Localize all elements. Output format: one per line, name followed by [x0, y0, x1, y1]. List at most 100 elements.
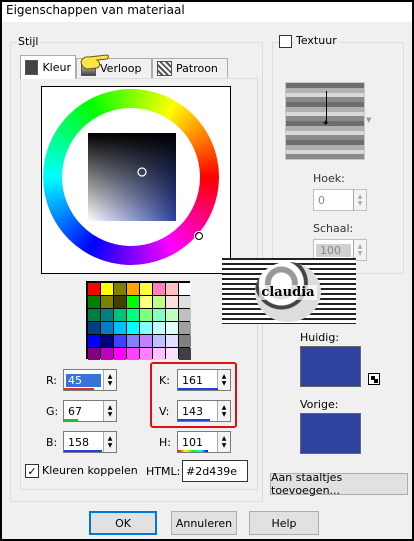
ok-button[interactable]: OK [89, 511, 157, 535]
h-value[interactable]: 101 [178, 436, 217, 449]
color-swatch[interactable] [166, 283, 178, 295]
html-value[interactable]: #2d439e [183, 465, 237, 478]
g-label: G: [46, 405, 59, 418]
color-swatch[interactable] [153, 348, 165, 360]
pattern-tab-icon [157, 61, 172, 76]
color-swatch[interactable] [179, 348, 191, 360]
color-swatch[interactable] [179, 309, 191, 321]
color-swatch[interactable] [101, 283, 113, 295]
color-swatch[interactable] [153, 296, 165, 308]
v-bar [178, 419, 210, 421]
h-label: H: [159, 436, 171, 449]
r-label: R: [46, 374, 58, 387]
color-swatch[interactable] [153, 335, 165, 347]
textuur-label[interactable]: Textuur [294, 34, 339, 47]
g-bar [64, 419, 78, 421]
tab-kleur[interactable]: Kleur [20, 55, 76, 79]
schaal-value[interactable]: 100 [316, 243, 351, 257]
color-wheel[interactable] [42, 87, 232, 275]
color-swatch[interactable] [101, 322, 113, 334]
h-bar [178, 450, 208, 452]
k-spinner[interactable]: ▲ ▼ [217, 370, 230, 390]
tab-patroon-label: Patroon [176, 62, 218, 75]
schaal-spinner[interactable]: ▲ ▼ [353, 240, 366, 260]
h-spinner[interactable]: ▲ ▼ [217, 432, 230, 452]
color-swatch[interactable] [166, 348, 178, 360]
kleuren-koppelen-checkbox[interactable]: ✓ [25, 464, 39, 478]
color-swatch[interactable] [88, 309, 100, 321]
add-to-swatches-button[interactable]: Aan staaltjes toevoegen... [270, 471, 408, 497]
color-swatch[interactable] [127, 309, 139, 321]
k-value[interactable]: 161 [178, 374, 217, 387]
v-spinner[interactable]: ▲ ▼ [217, 401, 230, 421]
help-button[interactable]: Help [249, 511, 319, 535]
color-swatch[interactable] [140, 335, 152, 347]
schaal-label: Schaal: [313, 222, 354, 235]
hoek-field[interactable]: 0 ▲ ▼ [313, 189, 367, 211]
color-swatch[interactable] [179, 296, 191, 308]
color-swatch[interactable] [127, 335, 139, 347]
vorige-swatch[interactable] [300, 413, 361, 454]
v-label: V: [159, 405, 170, 418]
color-swatch[interactable] [153, 283, 165, 295]
html-label: HTML: [146, 465, 181, 478]
color-swatch[interactable] [88, 335, 100, 347]
vorige-label: Vorige: [300, 398, 339, 411]
annuleren-button[interactable]: Annuleren [171, 511, 237, 535]
r-value[interactable]: 45 [66, 373, 101, 387]
textuur-checkbox[interactable] [279, 35, 292, 48]
tab-patroon[interactable]: Patroon [152, 58, 228, 78]
color-swatch[interactable] [101, 309, 113, 321]
color-swatch[interactable] [140, 322, 152, 334]
color-swatch[interactable] [166, 309, 178, 321]
color-swatch[interactable] [153, 322, 165, 334]
b-spinner[interactable]: ▲ ▼ [103, 432, 116, 452]
color-swatch[interactable] [140, 283, 152, 295]
hoek-value[interactable]: 0 [314, 194, 353, 207]
b-value[interactable]: 158 [64, 436, 103, 449]
color-swatch[interactable] [127, 296, 139, 308]
color-picker-box[interactable] [41, 86, 231, 274]
color-swatch[interactable] [166, 322, 178, 334]
window-title: Eigenschappen van materiaal [6, 3, 185, 17]
color-swatch[interactable] [88, 322, 100, 334]
kleuren-koppelen-label[interactable]: Kleuren koppelen [42, 464, 138, 477]
watermark-text: claudia [259, 284, 317, 300]
color-swatch[interactable] [166, 335, 178, 347]
color-swatch[interactable] [179, 283, 191, 295]
color-swatch[interactable] [88, 283, 100, 295]
v-value[interactable]: 143 [178, 405, 217, 418]
stijl-group-label: Stijl [16, 35, 41, 48]
color-swatch[interactable] [179, 322, 191, 334]
color-swatch[interactable] [88, 296, 100, 308]
color-swatch[interactable] [179, 335, 191, 347]
color-swatch[interactable] [140, 296, 152, 308]
swap-icon[interactable] [368, 373, 380, 385]
color-swatch[interactable] [114, 309, 126, 321]
color-swatch[interactable] [88, 348, 100, 360]
hue-cursor[interactable] [195, 232, 203, 240]
color-swatch[interactable] [114, 335, 126, 347]
color-swatch[interactable] [127, 322, 139, 334]
hoek-spinner[interactable]: ▲ ▼ [353, 190, 366, 210]
color-swatch[interactable] [114, 348, 126, 360]
g-value[interactable]: 67 [64, 405, 103, 418]
texture-dropdown-arrow[interactable]: ▼ [366, 116, 371, 124]
color-swatch[interactable] [140, 348, 152, 360]
html-field[interactable]: #2d439e [182, 460, 248, 482]
color-swatch[interactable] [114, 322, 126, 334]
color-swatch[interactable] [153, 309, 165, 321]
color-swatch[interactable] [101, 296, 113, 308]
color-swatch[interactable] [127, 348, 139, 360]
color-swatch[interactable] [101, 335, 113, 347]
g-spinner[interactable]: ▲ ▼ [103, 401, 116, 421]
color-swatch[interactable] [101, 348, 113, 360]
color-swatch[interactable] [127, 283, 139, 295]
color-swatch[interactable] [140, 309, 152, 321]
color-swatch[interactable] [114, 283, 126, 295]
huidig-swatch [300, 346, 361, 387]
color-swatch[interactable] [166, 296, 178, 308]
swatch-grid [86, 281, 191, 360]
r-spinner[interactable]: ▲ ▼ [103, 370, 116, 390]
color-swatch[interactable] [114, 296, 126, 308]
